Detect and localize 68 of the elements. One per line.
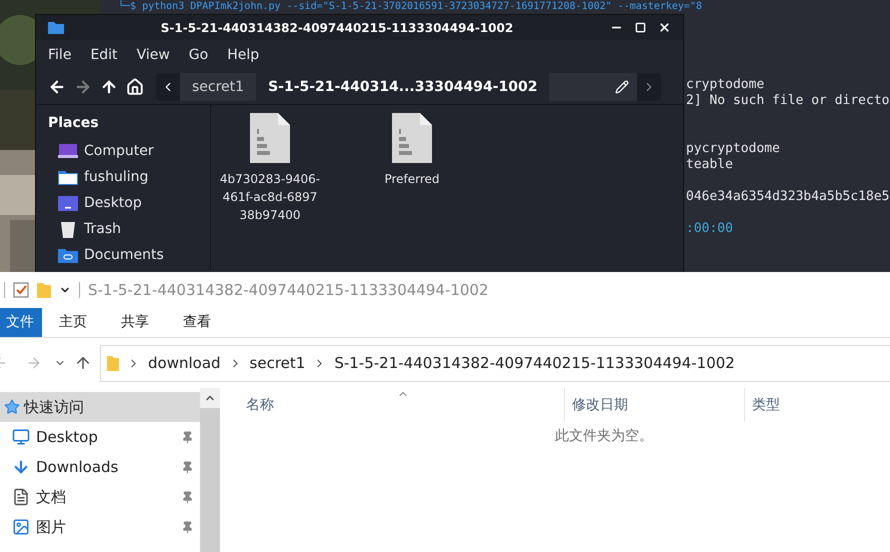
forward-icon[interactable] xyxy=(74,78,92,96)
edit-icon[interactable] xyxy=(615,80,629,94)
pin-icon[interactable] xyxy=(181,460,194,474)
sidebar-item[interactable]: Desktop xyxy=(48,192,198,214)
terminal-line: :00:00 xyxy=(686,221,733,237)
breadcrumb[interactable]: S-1-5-21-440314382-4097440215-1133304494-1002 xyxy=(334,352,735,374)
file-tile[interactable]: Preferred xyxy=(361,111,463,188)
menu-item[interactable]: View xyxy=(136,44,170,66)
path-button[interactable]: secret1 xyxy=(180,73,256,101)
close-icon[interactable] xyxy=(658,21,671,34)
laptop-icon xyxy=(58,143,78,159)
nav-item[interactable]: 快速访问 xyxy=(0,392,200,422)
download-icon xyxy=(12,458,30,476)
trash-icon xyxy=(58,220,78,238)
home-icon[interactable] xyxy=(126,78,144,96)
back-icon[interactable] xyxy=(48,78,66,96)
ribbon-tab[interactable]: 共享 xyxy=(104,308,166,337)
up-icon[interactable] xyxy=(100,78,118,96)
documents-folder-icon xyxy=(58,247,78,263)
terminal-line: 2] No such file or directo xyxy=(686,93,890,109)
window-title: S-1-5-21-440314382-4097440215-1133304494-1002 xyxy=(88,280,489,301)
document-icon xyxy=(12,488,30,506)
home-folder-icon xyxy=(58,169,78,185)
breadcrumb[interactable]: download xyxy=(148,352,221,374)
ribbon-tab[interactable]: 主页 xyxy=(42,308,104,337)
nav-item[interactable]: 文档 xyxy=(0,482,200,512)
path-button[interactable]: S-1-5-21-440314...33304494-1002 xyxy=(256,73,550,101)
sidebar-item[interactable]: fushuling xyxy=(48,166,198,188)
nav-item[interactable]: Desktop xyxy=(0,422,200,452)
empty-folder-message: 此文件夹为空。 xyxy=(554,427,654,446)
terminal-line: teable xyxy=(686,157,733,173)
window-title: S-1-5-21-440314382-4097440215-1133304494-1002 xyxy=(160,20,514,36)
menu-item[interactable]: Go xyxy=(188,44,208,66)
breadcrumb[interactable]: secret1 xyxy=(250,352,306,374)
pin-icon[interactable] xyxy=(181,430,194,444)
folder-icon xyxy=(107,356,119,370)
column-header[interactable]: 名称 xyxy=(220,388,565,422)
terminal-line: 046e34a6354d323b4a5b5c18e5 xyxy=(686,189,890,205)
monitor-icon xyxy=(12,428,30,446)
menu-item[interactable]: Edit xyxy=(90,44,118,66)
sidebar-heading: Places xyxy=(48,114,100,133)
checklist-icon[interactable] xyxy=(13,282,29,298)
pin-icon[interactable] xyxy=(181,520,194,534)
sidebar-item[interactable]: Documents xyxy=(48,244,198,266)
maximize-icon[interactable] xyxy=(635,22,646,33)
binary-file-icon xyxy=(390,111,434,165)
binary-file-icon xyxy=(248,111,292,165)
file-tile[interactable]: 4b730283-9406-461f-ac8d-689738b97400 xyxy=(219,111,321,224)
pin-icon[interactable] xyxy=(181,490,194,504)
menu-item[interactable]: File xyxy=(48,44,72,66)
address-bar[interactable]: download secret1 S-1-5-21-440314382-4097440215-1133304494-1002 xyxy=(100,344,890,382)
terminal-line: pycryptodome xyxy=(686,141,780,157)
folder-icon xyxy=(48,21,64,34)
terminal-line: cryptodome xyxy=(686,77,764,93)
ribbon-tab[interactable]: 文件 xyxy=(0,308,42,337)
star-icon xyxy=(4,399,20,415)
scrollbar[interactable] xyxy=(200,388,220,552)
nav-item[interactable]: Downloads xyxy=(0,452,200,482)
menu-item[interactable]: Help xyxy=(227,44,260,66)
column-header[interactable]: 类型 xyxy=(745,394,780,416)
picture-icon xyxy=(12,518,30,536)
up-icon[interactable] xyxy=(74,354,92,372)
nav-item[interactable]: 图片 xyxy=(0,512,200,542)
ribbon-tab[interactable]: 查看 xyxy=(166,308,228,337)
desktop-folder-icon xyxy=(58,195,78,211)
sidebar-item[interactable]: Computer xyxy=(48,140,198,162)
column-header[interactable]: 修改日期 xyxy=(565,388,745,422)
sidebar-item[interactable]: Trash xyxy=(48,218,198,240)
